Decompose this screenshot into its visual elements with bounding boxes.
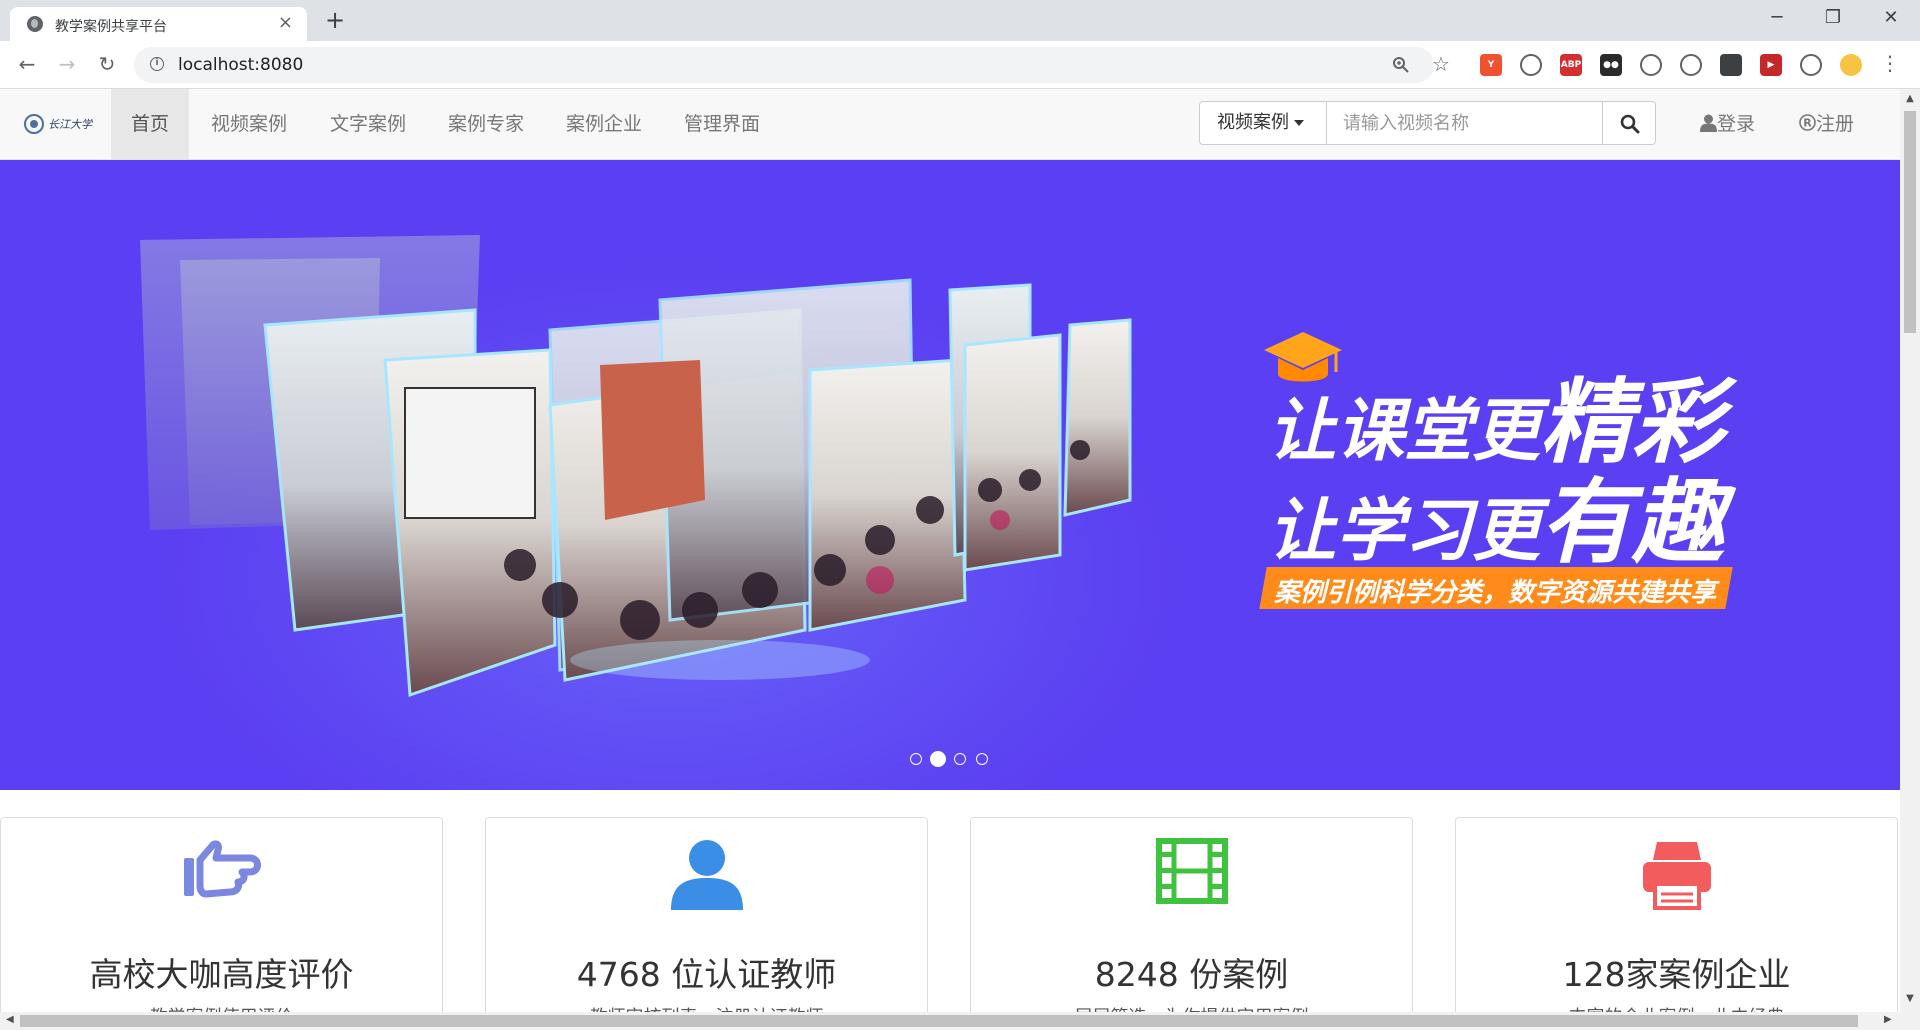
- hero-carousel[interactable]: 让课堂更精彩 让学习更有趣 案例引例科学分类，数字资源共建共享: [0, 160, 1900, 790]
- nav-text-cases[interactable]: 文字案例: [310, 89, 426, 159]
- ext-bubbles-icon[interactable]: [1680, 54, 1702, 76]
- search-group: 视频案例: [1199, 101, 1656, 145]
- tab-close-button[interactable]: ×: [278, 13, 293, 33]
- search-icon: [1620, 114, 1640, 134]
- login-link[interactable]: 登录: [1700, 89, 1755, 159]
- vertical-scrollbar[interactable]: ▲ ▼: [1900, 89, 1920, 1012]
- search-type-label: 视频案例: [1217, 112, 1289, 133]
- ext-graph-icon[interactable]: [1640, 54, 1662, 76]
- nav-admin[interactable]: 管理界面: [664, 89, 780, 159]
- feature-title: 8248 份案例: [1094, 955, 1289, 994]
- printer-icon: [1642, 842, 1711, 910]
- globe-icon: [27, 16, 43, 32]
- slogan-line-2-emphasis: 有趣: [1540, 469, 1725, 576]
- scroll-left-arrow-icon[interactable]: ◀: [6, 1014, 14, 1025]
- carousel-indicator-4[interactable]: [976, 753, 988, 765]
- carousel-indicator-2[interactable]: [930, 751, 946, 767]
- ext-puzzle-icon[interactable]: [1800, 54, 1822, 76]
- ext-chrome-colors-icon[interactable]: [1520, 54, 1542, 76]
- scroll-right-arrow-icon[interactable]: ▶: [1884, 1014, 1892, 1025]
- feature-card-enterprises[interactable]: 128家案例企业 丰富的企业案例，业内经典: [1455, 817, 1898, 1012]
- slogan-line-2-prefix: 让学习更: [1268, 492, 1541, 571]
- reload-button[interactable]: ↻: [94, 52, 120, 76]
- nav-case-enterprises[interactable]: 案例企业: [546, 89, 662, 159]
- film-icon: [1155, 838, 1228, 904]
- ext-yapi-icon[interactable]: Y: [1480, 54, 1502, 76]
- restore-button[interactable]: ❐: [1818, 6, 1848, 30]
- caret-down-icon: [1294, 120, 1304, 126]
- site-navbar: 长江大学 首页 视频案例 文字案例 案例专家 案例企业 管理界面 视频案例 登录: [0, 89, 1900, 160]
- register-link[interactable]: R 注册: [1799, 89, 1854, 159]
- feature-card-evaluation[interactable]: 高校大咖高度评价 教学案例使用评价: [0, 817, 443, 1012]
- info-icon[interactable]: i: [150, 57, 164, 71]
- carousel-indicator-1[interactable]: [910, 753, 922, 765]
- thumbs-up-icon: [183, 840, 261, 898]
- feature-card-cases[interactable]: 8248 份案例 层层筛选，为你提供实用案例: [970, 817, 1413, 1012]
- slogan-line-2: 让学习更有趣: [1268, 448, 1724, 581]
- search-button[interactable]: [1602, 101, 1656, 145]
- feature-subtitle: 层层筛选，为你提供实用案例: [971, 1003, 1412, 1012]
- feature-subtitle: 教学案例使用评价: [1, 1003, 442, 1012]
- search-input[interactable]: [1326, 101, 1603, 145]
- browser-menu-icon[interactable]: ⋮: [1880, 51, 1900, 75]
- carousel-indicator-3[interactable]: [954, 753, 966, 765]
- user-icon: [1700, 114, 1717, 132]
- registered-icon: R: [1799, 114, 1816, 131]
- feature-subtitle: 丰富的企业案例，业内经典: [1456, 1003, 1897, 1012]
- feature-title: 高校大咖高度评价: [89, 955, 354, 994]
- university-seal-icon: [24, 114, 44, 134]
- feature-card-teachers[interactable]: 4768 位认证教师 教师审核列表，注册认证教师: [485, 817, 928, 1012]
- nav-case-experts[interactable]: 案例专家: [428, 89, 544, 159]
- browser-toolbar: ← → ↻ i localhost:8080 ☆ Y ABP ●● ▶ ⋮: [0, 41, 1920, 89]
- back-button[interactable]: ←: [14, 52, 40, 76]
- browser-tab[interactable]: 教学案例共享平台 ×: [10, 7, 307, 41]
- search-type-dropdown[interactable]: 视频案例: [1199, 101, 1327, 145]
- bookmark-star-icon[interactable]: ☆: [1432, 52, 1450, 76]
- logo-text: 长江大学: [48, 118, 92, 131]
- ext-tampermonkey-icon[interactable]: ●●: [1600, 54, 1622, 76]
- feature-subtitle: 教师审核列表，注册认证教师: [486, 1003, 927, 1012]
- vertical-scroll-thumb[interactable]: [1904, 111, 1916, 333]
- ext-profile-icon[interactable]: [1840, 54, 1862, 76]
- scroll-up-arrow-icon[interactable]: ▲: [1900, 93, 1920, 104]
- minimize-button[interactable]: ─: [1762, 6, 1792, 30]
- browser-tabstrip: 教学案例共享平台 × + ─ ❐ ✕: [0, 0, 1920, 41]
- site-logo[interactable]: 长江大学: [22, 111, 94, 137]
- svg-text:R: R: [1803, 117, 1812, 130]
- tab-title: 教学案例共享平台: [55, 19, 167, 35]
- nav-home[interactable]: 首页: [111, 89, 190, 159]
- url-text[interactable]: localhost:8080: [178, 55, 303, 75]
- feature-title: 4768 位认证教师: [576, 955, 837, 994]
- horizontal-scroll-thumb[interactable]: [20, 1015, 1858, 1027]
- close-window-button[interactable]: ✕: [1876, 6, 1906, 30]
- new-tab-button[interactable]: +: [325, 6, 345, 34]
- user-icon: [670, 840, 743, 910]
- login-label: 登录: [1717, 113, 1756, 135]
- page: 长江大学 首页 视频案例 文字案例 案例专家 案例企业 管理界面 视频案例 登录: [0, 89, 1900, 1012]
- scroll-down-arrow-icon[interactable]: ▼: [1900, 993, 1920, 1004]
- feature-title: 128家案例企业: [1562, 955, 1791, 994]
- tagline-text: 案例引例科学分类，数字资源共建共享: [1274, 578, 1717, 608]
- register-label: 注册: [1816, 113, 1855, 135]
- ext-circle-icon[interactable]: [1720, 54, 1742, 76]
- feature-cards: 高校大咖高度评价 教学案例使用评价 4768 位认证教师 教师审核列表，注册认证…: [0, 817, 1900, 1012]
- ext-adblock-icon[interactable]: ABP: [1560, 54, 1582, 76]
- horizontal-scrollbar[interactable]: ◀ ▶: [0, 1012, 1920, 1030]
- zoom-icon[interactable]: [1392, 56, 1410, 74]
- forward-button[interactable]: →: [54, 52, 80, 76]
- ext-red-play-icon[interactable]: ▶: [1760, 54, 1782, 76]
- address-bar[interactable]: i localhost:8080 ☆: [134, 47, 1450, 83]
- nav-video-cases[interactable]: 视频案例: [191, 89, 307, 159]
